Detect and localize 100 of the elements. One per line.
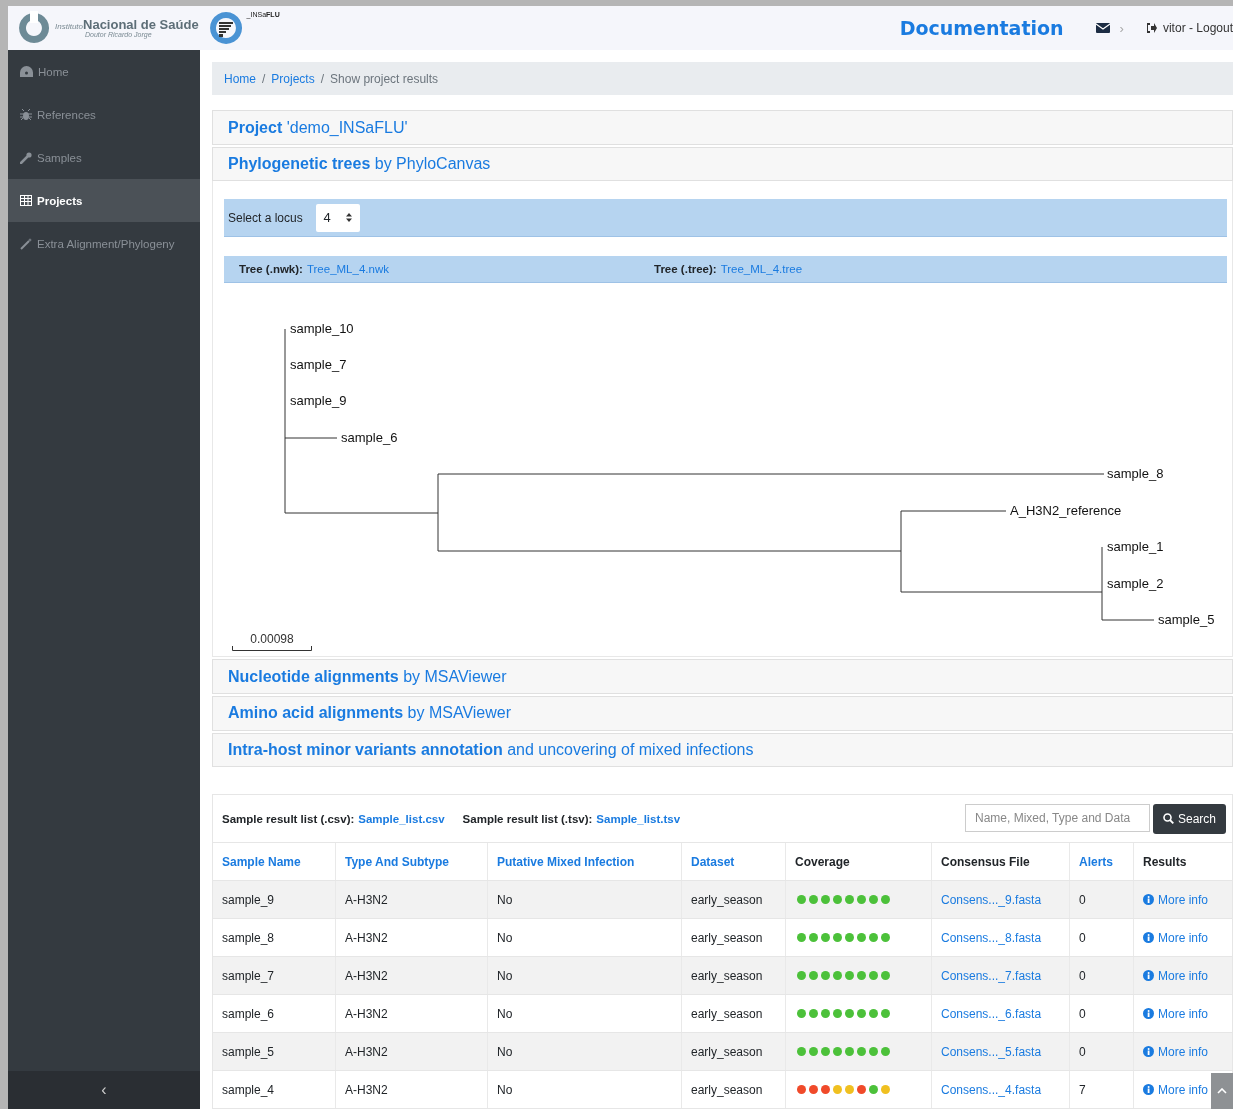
section-header[interactable]: Phylogenetic trees by PhyloCanvas: [212, 146, 1233, 182]
table-cell: No: [497, 930, 513, 945]
bug-icon: [20, 108, 32, 121]
info-icon: [1143, 894, 1154, 905]
sidebar-item[interactable]: Projects: [8, 179, 200, 222]
documentation-link[interactable]: Documentation: [899, 17, 1064, 39]
consensus-link[interactable]: Consens..._6.fasta: [941, 1006, 1042, 1021]
table-cell: No: [497, 1006, 513, 1021]
table-cell: sample_6: [222, 1006, 275, 1021]
app-logo-icon: [208, 11, 243, 45]
more-info-link[interactable]: More info: [1143, 930, 1209, 945]
sidebar-item[interactable]: Home: [8, 50, 200, 93]
collapse-sidebar-button[interactable]: ‹: [8, 1071, 200, 1109]
section-title: Project 'demo_INSaFLU': [228, 118, 408, 137]
info-icon: [1143, 1008, 1154, 1019]
table-cell: sample_7: [222, 968, 275, 983]
column-header-link[interactable]: Sample Name: [222, 854, 301, 869]
consensus-link[interactable]: Consens..._7.fasta: [941, 968, 1042, 983]
table-cell: A-H3N2: [345, 930, 388, 945]
more-info-link[interactable]: More info: [1143, 968, 1209, 983]
info-icon: [1143, 1046, 1154, 1057]
envelope-icon[interactable]: [1095, 23, 1110, 33]
column-header: Results: [1143, 854, 1187, 869]
leaf-label: sample_6: [341, 430, 398, 446]
table-cell: early_season: [691, 1006, 763, 1021]
institute-logo-icon: [17, 11, 51, 45]
leaf-label: sample_2: [1107, 576, 1164, 592]
table-cell: No: [497, 1082, 513, 1097]
chevron-up-icon: [1217, 1088, 1227, 1094]
column-header: Consensus File: [941, 854, 1030, 869]
more-info-link[interactable]: More info: [1143, 1006, 1209, 1021]
table-cell: early_season: [691, 892, 763, 907]
locus-select[interactable]: 4: [315, 203, 360, 232]
section-header[interactable]: Intra-host minor variants annotation and uncovering of mixed infections: [212, 732, 1233, 767]
section-title: Amino acid alignments by MSAViewer: [228, 704, 512, 723]
sidebar-item[interactable]: Extra Alignment/Phylogeny: [8, 222, 200, 265]
search-button[interactable]: Search: [1152, 803, 1226, 834]
logout-link[interactable]: vitor - Logout: [1162, 21, 1233, 35]
table-cell: 0: [1079, 968, 1086, 983]
leaf-label: sample_5: [1158, 612, 1215, 628]
column-header-link[interactable]: Alerts: [1079, 854, 1113, 869]
table-cell: A-H3N2: [345, 968, 388, 983]
section-header[interactable]: Amino acid alignments by MSAViewer: [212, 696, 1233, 731]
breadcrumb-link[interactable]: Projects: [271, 71, 315, 86]
wand-icon: [20, 237, 32, 250]
sidebar-item[interactable]: References: [8, 93, 200, 136]
section-title: Intra-host minor variants annotation and uncovering of mixed infections: [228, 740, 754, 759]
search-field[interactable]: Name, Mixed, Type and Data: [964, 803, 1150, 832]
list-label: Sample result list (.csv):: [222, 812, 355, 825]
section-title: Nucleotide alignments by MSAViewer: [228, 667, 507, 686]
consensus-link[interactable]: Consens..._5.fasta: [941, 1044, 1042, 1059]
leaf-label: sample_9: [290, 393, 347, 409]
table-cell: A-H3N2: [345, 1006, 388, 1021]
table-cell: No: [497, 1044, 513, 1059]
table-cell: sample_8: [222, 930, 275, 945]
locus-label: Select a locus: [228, 210, 303, 225]
breadcrumb-separator: /: [262, 71, 266, 86]
breadcrumb-link[interactable]: Home: [224, 71, 256, 86]
search-icon: [1162, 813, 1174, 824]
table-cell: 0: [1079, 1044, 1086, 1059]
breadcrumb-current: Show project results: [330, 71, 439, 86]
file-link[interactable]: Tree_ML_4.nwk: [306, 263, 389, 276]
column-header-link[interactable]: Putative Mixed Infection: [497, 854, 635, 869]
file-label: Tree (.nwk):: [239, 263, 303, 276]
table-cell: No: [497, 892, 513, 907]
info-icon: [1143, 1084, 1154, 1095]
table-cell: sample_4: [222, 1082, 275, 1097]
more-info-link[interactable]: More info: [1143, 892, 1209, 907]
consensus-link[interactable]: Consens..._9.fasta: [941, 892, 1042, 907]
table-cell: A-H3N2: [345, 892, 388, 907]
column-header: Coverage: [795, 854, 850, 869]
section-title: Phylogenetic trees by PhyloCanvas: [228, 155, 491, 174]
chevron-text: ›: [1119, 20, 1124, 36]
table-cell: sample_5: [222, 1044, 275, 1059]
column-header-link[interactable]: Type And Subtype: [345, 854, 449, 869]
leaf-label: sample_7: [290, 357, 347, 373]
leaf-label: sample_1: [1107, 539, 1164, 555]
table-cell: A-H3N2: [345, 1082, 388, 1097]
sort-icon: [346, 213, 352, 223]
column-header-link[interactable]: Dataset: [691, 854, 735, 869]
more-info-link[interactable]: More info: [1143, 1044, 1209, 1059]
sidebar-item[interactable]: Samples: [8, 136, 200, 179]
consensus-link[interactable]: Consens..._8.fasta: [941, 930, 1042, 945]
file-link[interactable]: Tree_ML_4.tree: [720, 263, 803, 276]
list-link[interactable]: Sample_list.tsv: [596, 812, 681, 825]
info-icon: [1143, 932, 1154, 943]
more-info-link[interactable]: More info: [1143, 1082, 1209, 1097]
leaf-label: sample_8: [1107, 466, 1164, 482]
table-cell: 0: [1079, 892, 1086, 907]
consensus-link[interactable]: Consens..._4.fasta: [941, 1082, 1042, 1097]
table-cell: 7: [1079, 1082, 1086, 1097]
section-header[interactable]: Nucleotide alignments by MSAViewer: [212, 659, 1233, 694]
list-link[interactable]: Sample_list.csv: [358, 812, 445, 825]
scale-label: 0.00098: [250, 632, 294, 647]
table-cell: A-H3N2: [345, 1044, 388, 1059]
section-header[interactable]: Project 'demo_INSaFLU': [212, 110, 1233, 145]
table-cell: early_season: [691, 968, 763, 983]
logout-icon[interactable]: [1145, 23, 1157, 33]
list-label: Sample result list (.tsv):: [462, 812, 593, 825]
breadcrumb-separator: /: [320, 71, 325, 86]
